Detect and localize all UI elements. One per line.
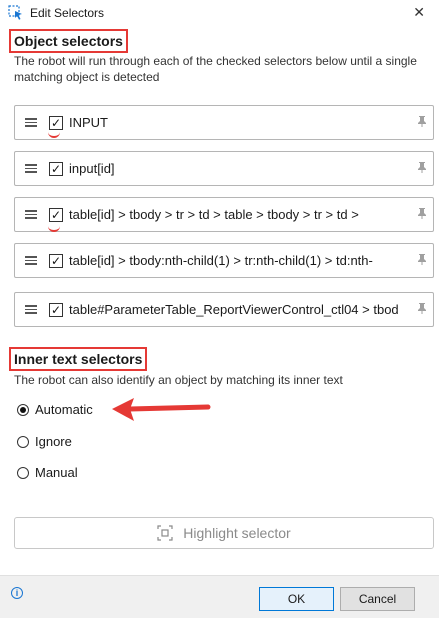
drag-handle-icon[interactable] <box>25 256 39 265</box>
highlight-selector-button[interactable]: Highlight selector <box>14 517 434 549</box>
radio-label: Ignore <box>35 434 72 449</box>
pin-icon[interactable] <box>411 115 433 130</box>
drag-handle-icon[interactable] <box>25 305 39 314</box>
selector-row[interactable]: ✓ INPUT <box>14 105 434 140</box>
selector-checkbox[interactable]: ✓ <box>49 302 63 317</box>
selector-text: table#ParameterTable_ReportViewerControl… <box>69 302 399 317</box>
selector-text: input[id] <box>69 161 115 176</box>
drag-handle-icon[interactable] <box>25 210 39 219</box>
pin-icon[interactable] <box>411 253 433 268</box>
drag-handle-icon[interactable] <box>25 164 39 173</box>
selector-row[interactable]: ✓ table#ParameterTable_ReportViewerContro… <box>14 292 434 327</box>
ok-button[interactable]: OK <box>259 587 334 611</box>
window-title: Edit Selectors <box>30 6 105 20</box>
radio-button[interactable] <box>17 466 29 479</box>
radio-label: Automatic <box>35 402 93 417</box>
info-icon[interactable]: i <box>11 587 23 599</box>
pin-icon[interactable] <box>411 207 433 222</box>
selector-text: INPUT <box>69 115 108 130</box>
pin-icon[interactable] <box>411 302 433 317</box>
inner-text-selectors-description: The robot can also identify an object by… <box>14 373 343 387</box>
selector-app-icon <box>8 5 22 20</box>
cancel-button[interactable]: Cancel <box>340 587 415 611</box>
selector-checkbox[interactable]: ✓ <box>49 115 63 130</box>
selector-text: table[id] > tbody > tr > td > table > tb… <box>69 207 359 222</box>
drag-handle-icon[interactable] <box>25 118 39 127</box>
radio-ignore[interactable]: Ignore <box>17 434 72 449</box>
dialog-footer: i OK Cancel <box>0 575 439 618</box>
selector-text: table[id] > tbody:nth-child(1) > tr:nth-… <box>69 253 373 268</box>
highlight-selector-label: Highlight selector <box>183 525 291 541</box>
title-bar: Edit Selectors ✕ <box>0 0 439 26</box>
pin-icon[interactable] <box>411 161 433 176</box>
close-icon[interactable]: ✕ <box>413 4 425 21</box>
selector-checkbox[interactable]: ✓ <box>49 253 63 268</box>
annotation-arrow-icon <box>112 398 211 421</box>
selector-checkbox[interactable]: ✓ <box>49 161 63 176</box>
selector-row[interactable]: ✓ table[id] > tbody > tr > td > table > t… <box>14 197 434 232</box>
selector-row[interactable]: ✓ table[id] > tbody:nth-child(1) > tr:nth… <box>14 243 434 278</box>
highlight-icon <box>157 525 173 541</box>
radio-manual[interactable]: Manual <box>17 465 78 480</box>
radio-label: Manual <box>35 465 78 480</box>
radio-button[interactable] <box>17 435 29 448</box>
selector-row[interactable]: ✓ input[id] <box>14 151 434 186</box>
inner-text-selectors-heading: Inner text selectors <box>9 347 148 371</box>
radio-button[interactable] <box>17 403 29 416</box>
object-selectors-heading: Object selectors <box>9 29 128 53</box>
object-selectors-description: The robot will run through each of the c… <box>14 54 417 84</box>
selector-checkbox[interactable]: ✓ <box>49 207 63 222</box>
radio-automatic[interactable]: Automatic <box>17 402 93 417</box>
